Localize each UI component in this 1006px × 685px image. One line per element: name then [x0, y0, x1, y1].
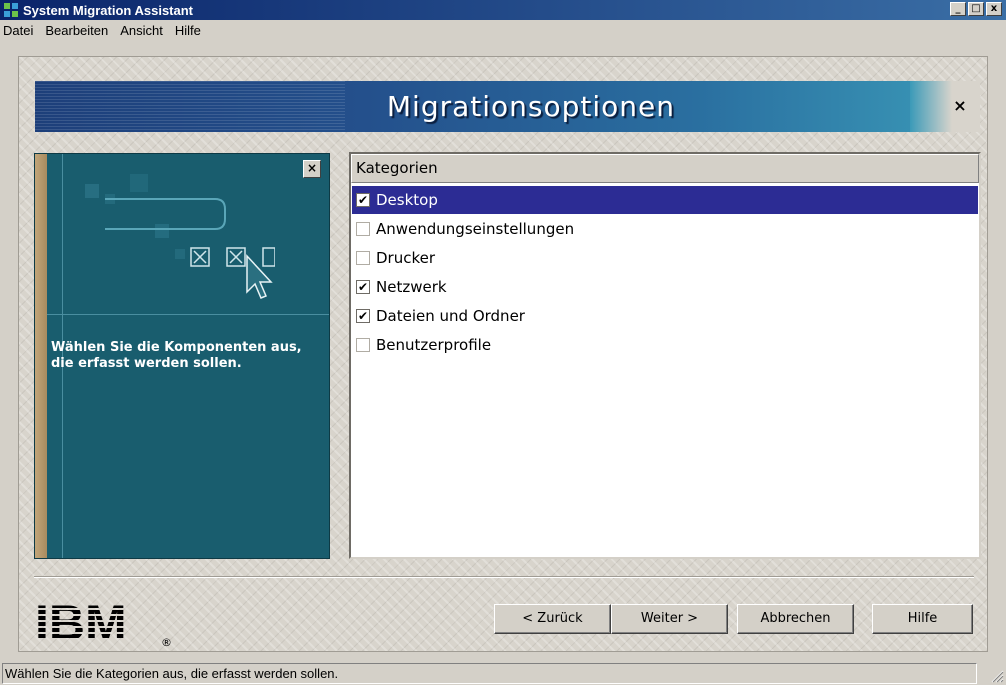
list-item-desktop[interactable]: ✔ Desktop [352, 186, 978, 214]
minimize-button[interactable]: _ [950, 2, 966, 16]
list-item-label: Anwendungseinstellungen [376, 220, 575, 238]
status-bar: Wählen Sie die Kategorien aus, die erfas… [0, 660, 1006, 685]
column-header-categories[interactable]: Kategorien [351, 154, 979, 183]
ibm-logo-text: IBM [35, 598, 127, 648]
menu-bar: Datei Bearbeiten Ansicht Hilfe [0, 20, 1006, 40]
banner-close-area: × [910, 81, 980, 132]
next-button[interactable]: Weiter > [611, 604, 728, 634]
bottom-separator [34, 576, 974, 578]
checkbox-files-folders[interactable]: ✔ [356, 309, 370, 323]
list-item-label: Netzwerk [376, 278, 447, 296]
status-text: Wählen Sie die Kategorien aus, die erfas… [2, 663, 977, 684]
info-panel: × Wählen Sie die Komponenten aus, die er… [34, 153, 330, 559]
header-banner: Migrationsoptionen × [35, 81, 980, 132]
wizard-panel: Migrationsoptionen × × Wählen Sie die Ko… [18, 56, 988, 652]
list-item-user-profiles[interactable]: Benutzerprofile [352, 331, 978, 359]
checkbox-user-profiles[interactable] [356, 338, 370, 352]
list-item-label: Benutzerprofile [376, 336, 492, 354]
checkbox-network[interactable]: ✔ [356, 280, 370, 294]
list-item-files-folders[interactable]: ✔ Dateien und Ordner [352, 302, 978, 330]
banner-close-icon[interactable]: × [950, 97, 970, 115]
help-button[interactable]: Hilfe [872, 604, 973, 634]
app-icon [4, 3, 18, 17]
cancel-button[interactable]: Abbrechen [737, 604, 854, 634]
ibm-logo-registered: ® [161, 636, 172, 648]
menu-file[interactable]: Datei [0, 23, 39, 38]
title-bar[interactable]: System Migration Assistant _ □ x [0, 0, 1006, 20]
list-item-label: Desktop [376, 191, 438, 209]
checkbox-desktop[interactable]: ✔ [356, 193, 370, 207]
menu-edit[interactable]: Bearbeiten [39, 23, 114, 38]
checkbox-application-settings[interactable] [356, 222, 370, 236]
category-list[interactable]: Kategorien ✔ Desktop Anwendungseinstellu… [349, 152, 981, 559]
list-item-label: Drucker [376, 249, 436, 267]
ibm-logo: IBM ® [35, 598, 172, 648]
info-panel-hline [47, 314, 329, 315]
checkbox-printer[interactable] [356, 251, 370, 265]
list-item-label: Dateien und Ordner [376, 307, 525, 325]
resize-grip-icon[interactable] [990, 669, 1004, 683]
list-item-network[interactable]: ✔ Netzwerk [352, 273, 978, 301]
list-item-application-settings[interactable]: Anwendungseinstellungen [352, 215, 978, 243]
back-button[interactable]: < Zurück [494, 604, 611, 634]
info-panel-strip [35, 154, 47, 558]
info-panel-close-icon[interactable]: × [303, 160, 321, 178]
menu-view[interactable]: Ansicht [114, 23, 169, 38]
menu-help[interactable]: Hilfe [169, 23, 207, 38]
window-controls: _ □ x [950, 2, 1002, 16]
maximize-button[interactable]: □ [968, 2, 984, 16]
info-panel-text: Wählen Sie die Komponenten aus, die erfa… [51, 340, 302, 371]
close-button[interactable]: x [986, 2, 1002, 16]
page-title: Migrationsoptionen [386, 90, 675, 123]
window-title: System Migration Assistant [23, 2, 194, 18]
selection-illustration-icon [85, 174, 275, 299]
list-item-printer[interactable]: Drucker [352, 244, 978, 272]
